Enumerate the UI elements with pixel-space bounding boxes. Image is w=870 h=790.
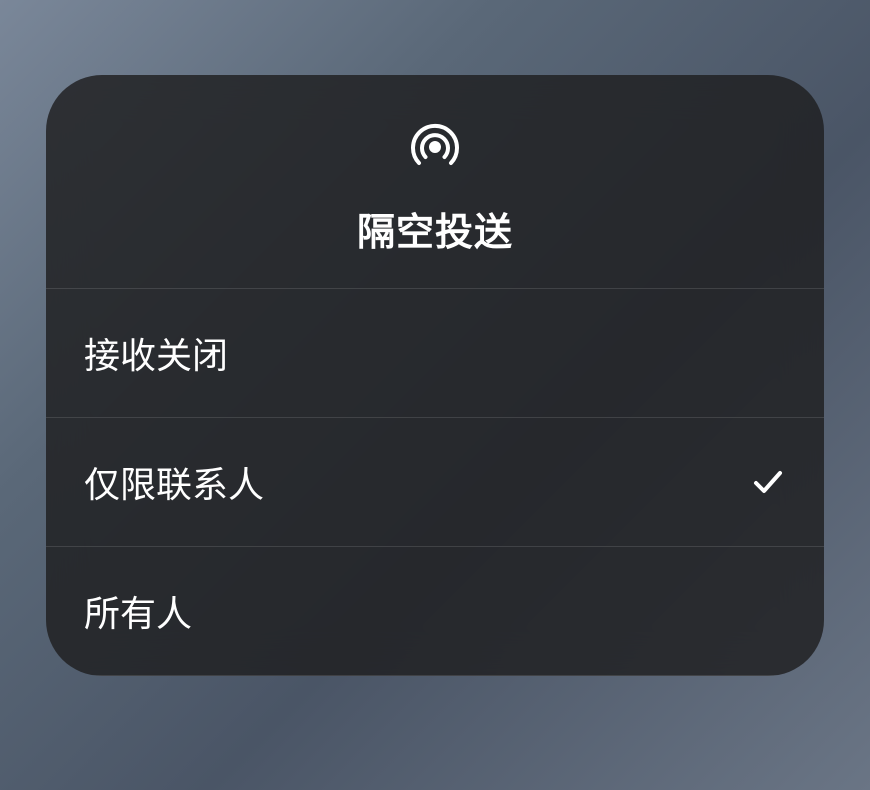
option-contacts-only[interactable]: 仅限联系人 [46, 418, 824, 547]
panel-title: 隔空投送 [357, 201, 513, 256]
options-list: 接收关闭 仅限联系人 所有人 [46, 289, 824, 676]
panel-header: 隔空投送 [46, 75, 824, 289]
airdrop-icon [403, 115, 467, 179]
option-receiving-off[interactable]: 接收关闭 [46, 289, 824, 418]
option-label: 所有人 [84, 585, 192, 637]
checkmark-icon [750, 464, 786, 500]
option-everyone[interactable]: 所有人 [46, 547, 824, 676]
option-label: 接收关闭 [84, 327, 228, 379]
option-label: 仅限联系人 [84, 456, 264, 508]
airdrop-settings-panel: 隔空投送 接收关闭 仅限联系人 所有人 [46, 75, 824, 676]
